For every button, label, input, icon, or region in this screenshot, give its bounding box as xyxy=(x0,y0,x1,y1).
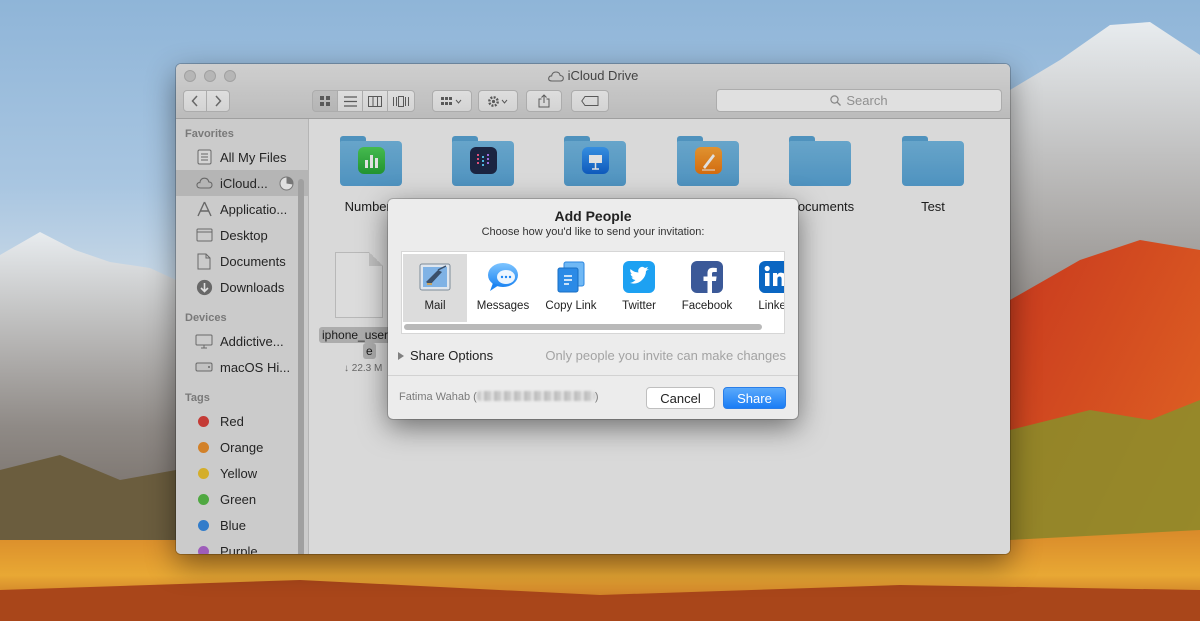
services-scrollbar[interactable] xyxy=(404,324,762,330)
messages-icon xyxy=(488,263,518,291)
share-options-disclosure[interactable]: Share Options xyxy=(398,348,493,363)
owner-account: Fatima Wahab () xyxy=(399,391,599,403)
service-twitter[interactable]: Twitter xyxy=(607,254,671,322)
copy-link-icon xyxy=(557,261,585,293)
service-linkedin[interactable]: Linkec xyxy=(743,254,784,322)
add-people-dialog: Add People Choose how you'd like to send… xyxy=(388,199,798,419)
service-label: Facebook xyxy=(681,300,733,312)
permission-summary: Only people you invite can make changes xyxy=(545,348,786,363)
dialog-subtitle: Choose how you'd like to send your invit… xyxy=(481,226,705,238)
service-facebook[interactable]: Facebook xyxy=(675,254,739,322)
service-label: Mail xyxy=(424,300,446,312)
share-button[interactable]: Share xyxy=(723,387,786,409)
service-label: Linkec xyxy=(758,300,784,312)
service-mail[interactable]: Mail xyxy=(403,254,467,322)
redacted-email xyxy=(476,391,595,401)
owner-suffix: ) xyxy=(594,391,599,403)
share-options-label: Share Options xyxy=(410,348,494,363)
cancel-button[interactable]: Cancel xyxy=(646,387,715,409)
service-messages[interactable]: Messages xyxy=(471,254,535,322)
facebook-icon xyxy=(691,261,723,293)
share-services-list: Mail Messages Copy Link Twitter Facebook… xyxy=(401,251,785,334)
service-label: Messages xyxy=(476,300,530,312)
linkedin-icon xyxy=(759,261,784,293)
mail-icon xyxy=(419,263,451,291)
twitter-icon xyxy=(623,261,655,293)
service-copy-link[interactable]: Copy Link xyxy=(539,254,603,322)
service-label: Twitter xyxy=(622,300,656,312)
owner-name: Fatima Wahab ( xyxy=(399,391,477,403)
dialog-title: Add People xyxy=(554,208,632,224)
service-label: Copy Link xyxy=(545,300,597,312)
dialog-divider xyxy=(388,375,798,376)
disclosure-triangle-icon xyxy=(398,351,404,360)
